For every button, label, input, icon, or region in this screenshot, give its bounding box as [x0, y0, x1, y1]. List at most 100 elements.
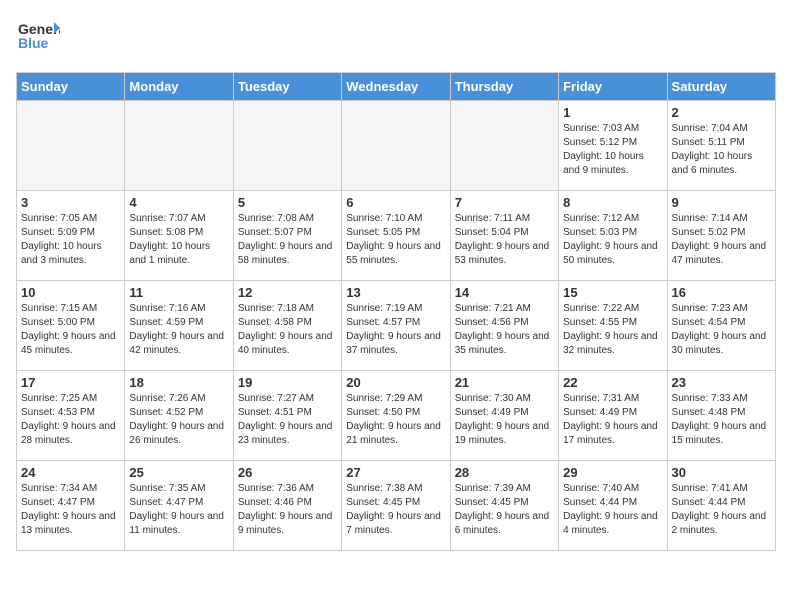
calendar-cell: 3 Sunrise: 7:05 AM Sunset: 5:09 PM Daylig…: [17, 191, 125, 281]
day-info: Sunrise: 7:18 AM Sunset: 4:58 PM Dayligh…: [238, 302, 337, 358]
day-number: 12: [238, 285, 337, 300]
calendar-cell: 4Sunrise: 7:07 AM Sunset: 5:08 PM Daylig…: [125, 191, 233, 281]
day-number: 17: [21, 375, 120, 390]
day-info: Sunrise: 7:21 AM Sunset: 4:56 PM Dayligh…: [455, 302, 554, 358]
calendar-cell: 8 Sunrise: 7:12 AM Sunset: 5:03 PM Daylig…: [559, 191, 667, 281]
calendar-cell: 22 Sunrise: 7:31 AM Sunset: 4:49 PM Dayli…: [559, 371, 667, 461]
day-number: 27: [346, 465, 445, 480]
calendar-week-row: 3 Sunrise: 7:05 AM Sunset: 5:09 PM Daylig…: [17, 191, 776, 281]
weekday-header: Tuesday: [233, 73, 341, 101]
day-info: Sunrise: 7:30 AM Sunset: 4:49 PM Dayligh…: [455, 392, 554, 448]
calendar-cell: 7 Sunrise: 7:11 AM Sunset: 5:04 PM Daylig…: [450, 191, 558, 281]
day-info: Sunrise: 7:10 AM Sunset: 5:05 PM Dayligh…: [346, 212, 445, 268]
weekday-header: Friday: [559, 73, 667, 101]
day-info: Sunrise: 7:16 AM Sunset: 4:59 PM Dayligh…: [129, 302, 228, 358]
weekday-header-row: SundayMondayTuesdayWednesdayThursdayFrid…: [17, 73, 776, 101]
calendar-week-row: 1Sunrise: 7:03 AM Sunset: 5:12 PM Daylig…: [17, 101, 776, 191]
weekday-header: Monday: [125, 73, 233, 101]
page-header: General Blue: [16, 16, 776, 60]
day-info: Sunrise: 7:22 AM Sunset: 4:55 PM Dayligh…: [563, 302, 662, 358]
day-number: 15: [563, 285, 662, 300]
day-number: 25: [129, 465, 228, 480]
day-number: 19: [238, 375, 337, 390]
day-info: Sunrise: 7:05 AM Sunset: 5:09 PM Dayligh…: [21, 212, 120, 268]
day-info: Sunrise: 7:34 AM Sunset: 4:47 PM Dayligh…: [21, 482, 120, 538]
day-info: Sunrise: 7:39 AM Sunset: 4:45 PM Dayligh…: [455, 482, 554, 538]
calendar-cell: 9 Sunrise: 7:14 AM Sunset: 5:02 PM Daylig…: [667, 191, 775, 281]
calendar-cell: 20 Sunrise: 7:29 AM Sunset: 4:50 PM Dayli…: [342, 371, 450, 461]
day-info: Sunrise: 7:14 AM Sunset: 5:02 PM Dayligh…: [672, 212, 771, 268]
day-info: Sunrise: 7:33 AM Sunset: 4:48 PM Dayligh…: [672, 392, 771, 448]
day-number: 20: [346, 375, 445, 390]
day-info: Sunrise: 7:12 AM Sunset: 5:03 PM Dayligh…: [563, 212, 662, 268]
day-info: Sunrise: 7:35 AM Sunset: 4:47 PM Dayligh…: [129, 482, 228, 538]
day-info: Sunrise: 7:26 AM Sunset: 4:52 PM Dayligh…: [129, 392, 228, 448]
day-info: Sunrise: 7:41 AM Sunset: 4:44 PM Dayligh…: [672, 482, 771, 538]
day-number: 23: [672, 375, 771, 390]
calendar-cell: 25 Sunrise: 7:35 AM Sunset: 4:47 PM Dayli…: [125, 461, 233, 551]
day-number: 10: [21, 285, 120, 300]
day-number: 2: [672, 105, 771, 120]
calendar-cell: 13 Sunrise: 7:19 AM Sunset: 4:57 PM Dayli…: [342, 281, 450, 371]
day-number: 4: [129, 195, 228, 210]
day-number: 13: [346, 285, 445, 300]
day-number: 18: [129, 375, 228, 390]
calendar-cell: 30 Sunrise: 7:41 AM Sunset: 4:44 PM Dayli…: [667, 461, 775, 551]
day-info: Sunrise: 7:08 AM Sunset: 5:07 PM Dayligh…: [238, 212, 337, 268]
calendar-cell: 27 Sunrise: 7:38 AM Sunset: 4:45 PM Dayli…: [342, 461, 450, 551]
calendar-cell: 5 Sunrise: 7:08 AM Sunset: 5:07 PM Daylig…: [233, 191, 341, 281]
day-number: 30: [672, 465, 771, 480]
day-info: Sunrise: 7:11 AM Sunset: 5:04 PM Dayligh…: [455, 212, 554, 268]
calendar-cell: 11 Sunrise: 7:16 AM Sunset: 4:59 PM Dayli…: [125, 281, 233, 371]
calendar-cell: 14 Sunrise: 7:21 AM Sunset: 4:56 PM Dayli…: [450, 281, 558, 371]
day-number: 29: [563, 465, 662, 480]
day-number: 16: [672, 285, 771, 300]
day-number: 14: [455, 285, 554, 300]
logo: General Blue: [16, 16, 60, 60]
day-info: Sunrise: 7:23 AM Sunset: 4:54 PM Dayligh…: [672, 302, 771, 358]
calendar-cell: 23 Sunrise: 7:33 AM Sunset: 4:48 PM Dayli…: [667, 371, 775, 461]
day-info: Sunrise: 7:29 AM Sunset: 4:50 PM Dayligh…: [346, 392, 445, 448]
day-number: 7: [455, 195, 554, 210]
logo-svg: General Blue: [16, 16, 60, 60]
calendar-cell: 2 Sunrise: 7:04 AM Sunset: 5:11 PM Daylig…: [667, 101, 775, 191]
day-number: 26: [238, 465, 337, 480]
calendar-cell: 24 Sunrise: 7:34 AM Sunset: 4:47 PM Dayli…: [17, 461, 125, 551]
svg-text:Blue: Blue: [18, 35, 49, 51]
calendar-cell: 17 Sunrise: 7:25 AM Sunset: 4:53 PM Dayli…: [17, 371, 125, 461]
day-info: Sunrise: 7:38 AM Sunset: 4:45 PM Dayligh…: [346, 482, 445, 538]
day-number: 21: [455, 375, 554, 390]
calendar-cell: 6Sunrise: 7:10 AM Sunset: 5:05 PM Daylig…: [342, 191, 450, 281]
calendar-cell: 15 Sunrise: 7:22 AM Sunset: 4:55 PM Dayli…: [559, 281, 667, 371]
calendar-cell: 26 Sunrise: 7:36 AM Sunset: 4:46 PM Dayli…: [233, 461, 341, 551]
weekday-header: Wednesday: [342, 73, 450, 101]
calendar-week-row: 17 Sunrise: 7:25 AM Sunset: 4:53 PM Dayli…: [17, 371, 776, 461]
day-info: Sunrise: 7:19 AM Sunset: 4:57 PM Dayligh…: [346, 302, 445, 358]
day-number: 11: [129, 285, 228, 300]
day-number: 8: [563, 195, 662, 210]
day-number: 9: [672, 195, 771, 210]
day-number: 22: [563, 375, 662, 390]
calendar-cell: 10Sunrise: 7:15 AM Sunset: 5:00 PM Dayli…: [17, 281, 125, 371]
calendar-cell: 1Sunrise: 7:03 AM Sunset: 5:12 PM Daylig…: [559, 101, 667, 191]
day-info: Sunrise: 7:36 AM Sunset: 4:46 PM Dayligh…: [238, 482, 337, 538]
day-number: 24: [21, 465, 120, 480]
calendar-cell: [17, 101, 125, 191]
calendar-cell: 12 Sunrise: 7:18 AM Sunset: 4:58 PM Dayli…: [233, 281, 341, 371]
day-info: Sunrise: 7:40 AM Sunset: 4:44 PM Dayligh…: [563, 482, 662, 538]
weekday-header: Sunday: [17, 73, 125, 101]
day-number: 28: [455, 465, 554, 480]
calendar-cell: 16 Sunrise: 7:23 AM Sunset: 4:54 PM Dayli…: [667, 281, 775, 371]
day-number: 5: [238, 195, 337, 210]
day-number: 3: [21, 195, 120, 210]
calendar-cell: [233, 101, 341, 191]
day-info: Sunrise: 7:31 AM Sunset: 4:49 PM Dayligh…: [563, 392, 662, 448]
day-number: 1: [563, 105, 662, 120]
calendar-cell: 21 Sunrise: 7:30 AM Sunset: 4:49 PM Dayli…: [450, 371, 558, 461]
calendar-cell: 28 Sunrise: 7:39 AM Sunset: 4:45 PM Dayli…: [450, 461, 558, 551]
weekday-header: Saturday: [667, 73, 775, 101]
day-info: Sunrise: 7:04 AM Sunset: 5:11 PM Dayligh…: [672, 122, 771, 178]
day-info: Sunrise: 7:25 AM Sunset: 4:53 PM Dayligh…: [21, 392, 120, 448]
calendar-cell: [450, 101, 558, 191]
calendar-cell: 29 Sunrise: 7:40 AM Sunset: 4:44 PM Dayli…: [559, 461, 667, 551]
